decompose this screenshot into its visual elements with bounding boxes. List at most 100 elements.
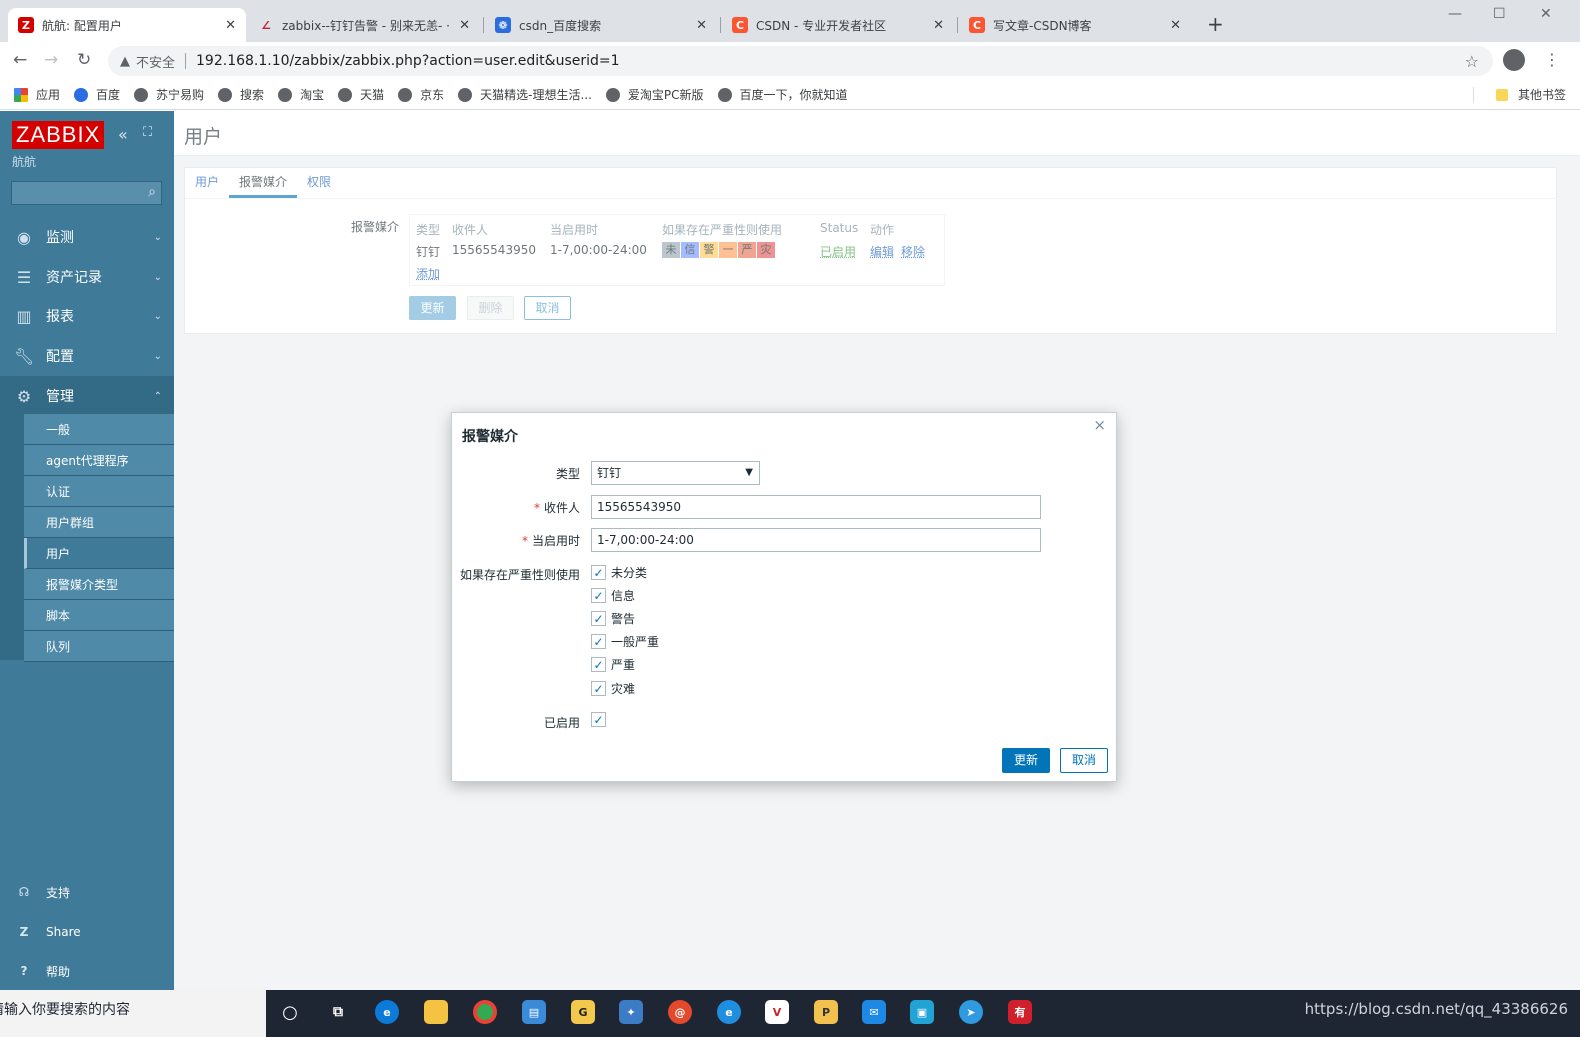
severity-checkbox-row[interactable]: ✓ 信息 xyxy=(591,587,635,604)
checkbox-checked-icon[interactable]: ✓ xyxy=(591,565,606,580)
footer-label: 支持 xyxy=(46,885,71,900)
browser-tab[interactable]: C CSDN - 专业开发者社区 ✕ xyxy=(722,8,954,42)
chrome-icon[interactable] xyxy=(473,1000,497,1024)
submenu-user-groups[interactable]: 用户群组 xyxy=(24,507,174,538)
close-tab-icon[interactable]: ✕ xyxy=(459,18,470,33)
bookmark-item[interactable]: 苏宁易购 xyxy=(134,86,204,103)
bookmark-item[interactable]: 百度一下，你就知道 xyxy=(717,86,848,103)
bookmark-item[interactable]: 搜索 xyxy=(218,86,264,103)
minimize-icon[interactable]: — xyxy=(1448,6,1462,22)
submenu-general[interactable]: 一般 xyxy=(24,414,174,445)
dialog-title: 报警媒介 xyxy=(462,429,518,445)
browser-tab-active[interactable]: Z 航航: 配置用户 ✕ xyxy=(8,8,246,42)
submenu-media-types[interactable]: 报警媒介类型 xyxy=(24,569,174,600)
bookmark-item[interactable]: 爱淘宝PC新版 xyxy=(605,86,704,103)
bookmark-item[interactable]: 天猫 xyxy=(338,86,384,103)
app-document-icon[interactable]: P xyxy=(814,1000,838,1024)
sidebar-search-input[interactable]: ⌕ xyxy=(11,181,162,205)
reload-icon[interactable]: ↻ xyxy=(77,50,91,70)
media-type-select[interactable]: 钉钉 ▼ xyxy=(591,461,760,485)
submenu-users[interactable]: 用户 xyxy=(24,538,174,569)
submenu-queue[interactable]: 队列 xyxy=(24,631,174,662)
edge-browser-icon[interactable]: e xyxy=(375,1000,399,1024)
severity-checkbox-row[interactable]: ✓ 灾难 xyxy=(591,680,635,697)
bookmark-star-icon[interactable]: ☆ xyxy=(1465,52,1479,71)
close-icon[interactable]: × xyxy=(1093,416,1106,434)
sidebar-help[interactable]: ? 帮助 xyxy=(0,953,174,989)
enabled-checkbox-row[interactable]: ✓ xyxy=(591,712,611,727)
bookmark-item[interactable]: 天猫精选-理想生活... xyxy=(458,86,592,103)
folder-icon xyxy=(1495,88,1508,101)
forward-icon[interactable]: → xyxy=(44,50,58,70)
app-g-icon[interactable]: G xyxy=(571,1000,595,1024)
severity-checkbox-row[interactable]: ✓ 警告 xyxy=(591,610,635,627)
warning-icon[interactable]: ▲ xyxy=(120,54,130,69)
severity-checkbox-row[interactable]: ✓ 严重 xyxy=(591,656,635,673)
app-snail-icon[interactable]: @ xyxy=(668,1000,692,1024)
severity-checkbox-row[interactable]: ✓ 未分类 xyxy=(591,564,647,581)
profile-avatar-icon[interactable] xyxy=(1503,49,1525,71)
checkbox-checked-icon[interactable]: ✓ xyxy=(591,681,606,696)
close-tab-icon[interactable]: ✕ xyxy=(1170,18,1181,33)
address-bar[interactable]: ▲ 不安全 192.168.1.10/zabbix/zabbix.php?act… xyxy=(108,46,1493,76)
app-bird-icon[interactable]: ✦ xyxy=(619,1000,643,1024)
bookmark-item[interactable]: 京东 xyxy=(398,86,444,103)
browser-tab[interactable]: ❁ csdn_百度搜索 ✕ xyxy=(485,8,717,42)
submenu-authentication[interactable]: 认证 xyxy=(24,476,174,507)
sendto-input[interactable]: 15565543950 xyxy=(591,495,1041,519)
bookmark-item[interactable]: 百度 xyxy=(74,86,120,103)
url-text[interactable]: 192.168.1.10/zabbix/zabbix.php?action=us… xyxy=(196,53,620,69)
checkbox-checked-icon[interactable]: ✓ xyxy=(591,611,606,626)
security-label[interactable]: 不安全 xyxy=(136,52,175,71)
search-icon[interactable]: ⌕ xyxy=(148,184,156,200)
submenu-scripts[interactable]: 脚本 xyxy=(24,600,174,631)
youdao-icon[interactable]: 有 xyxy=(1008,1000,1032,1024)
sidebar-support[interactable]: ☊ 支持 xyxy=(0,874,174,910)
checkbox-checked-icon[interactable]: ✓ xyxy=(591,588,606,603)
visio-icon[interactable]: V xyxy=(765,1000,789,1024)
app-feather-icon[interactable]: ➤ xyxy=(959,1000,983,1024)
close-tab-icon[interactable]: ✕ xyxy=(933,18,944,33)
new-tab-icon[interactable]: + xyxy=(1207,12,1224,36)
menu-administration[interactable]: ⚙ 管理 ⌃ xyxy=(0,376,174,416)
severity-label: 如果存在严重性则使用 xyxy=(459,568,580,582)
close-tab-icon[interactable]: ✕ xyxy=(225,18,236,33)
kiosk-mode-icon[interactable]: ⛶ xyxy=(143,125,152,140)
app-vm-icon[interactable]: ▣ xyxy=(910,1000,934,1024)
bookmark-item[interactable]: 淘宝 xyxy=(278,86,324,103)
menu-monitoring[interactable]: ◉ 监测 ⌄ xyxy=(0,217,174,257)
dialog-cancel-button[interactable]: 取消 xyxy=(1060,748,1108,773)
file-explorer-icon[interactable] xyxy=(424,1000,448,1024)
task-view-icon[interactable]: ⧉ xyxy=(326,1000,350,1024)
windows-taskbar: 请输入你要搜索的内容 ○ ⧉ e ▤ G ✦ @ e V P ✉ ▣ ➤ 有 h… xyxy=(0,990,1580,1037)
period-input[interactable]: 1-7,00:00-24:00 xyxy=(591,528,1041,552)
menu-configuration[interactable]: 🔧︎ 配置 ⌄ xyxy=(0,336,174,376)
app-mail-icon[interactable]: ✉ xyxy=(862,1000,886,1024)
browser-menu-icon[interactable]: ⋮ xyxy=(1544,50,1560,69)
taskbar-search-input[interactable]: 请输入你要搜索的内容 xyxy=(0,990,266,1037)
edge-beta-icon[interactable]: e xyxy=(717,1000,741,1024)
checkbox-checked-icon[interactable]: ✓ xyxy=(591,712,606,727)
back-icon[interactable]: ← xyxy=(13,50,27,70)
wrench-icon: 🔧︎ xyxy=(14,346,35,366)
cortana-icon[interactable]: ○ xyxy=(278,1000,302,1024)
app-window-icon[interactable]: ▤ xyxy=(522,1000,546,1024)
close-tab-icon[interactable]: ✕ xyxy=(696,18,707,33)
severity-checkbox-row[interactable]: ✓ 一般严重 xyxy=(591,633,659,650)
window-close-icon[interactable]: ✕ xyxy=(1540,6,1552,22)
dialog-update-button[interactable]: 更新 xyxy=(1002,748,1050,773)
browser-tab[interactable]: C 写文章-CSDN博客 ✕ xyxy=(959,8,1191,42)
checkbox-checked-icon[interactable]: ✓ xyxy=(591,634,606,649)
bookmark-apps[interactable]: 应用 xyxy=(14,86,60,103)
menu-reports[interactable]: ▥ 报表 ⌄ xyxy=(0,296,174,336)
maximize-icon[interactable]: ☐ xyxy=(1493,6,1506,22)
submenu-proxies[interactable]: agent代理程序 xyxy=(24,445,174,476)
eye-icon: ◉ xyxy=(17,227,31,247)
menu-inventory[interactable]: ☰ 资产记录 ⌄ xyxy=(0,257,174,297)
other-bookmarks[interactable]: 其他书签 xyxy=(1495,86,1566,103)
checkbox-checked-icon[interactable]: ✓ xyxy=(591,657,606,672)
collapse-sidebar-icon[interactable]: « xyxy=(118,125,128,144)
sidebar-share[interactable]: Z Share xyxy=(0,914,174,950)
zabbix-logo[interactable]: ZABBIX xyxy=(12,121,105,149)
browser-tab[interactable]: ∠ zabbix--钉钉告警 - 别来无恙- · ✕ xyxy=(248,8,480,42)
